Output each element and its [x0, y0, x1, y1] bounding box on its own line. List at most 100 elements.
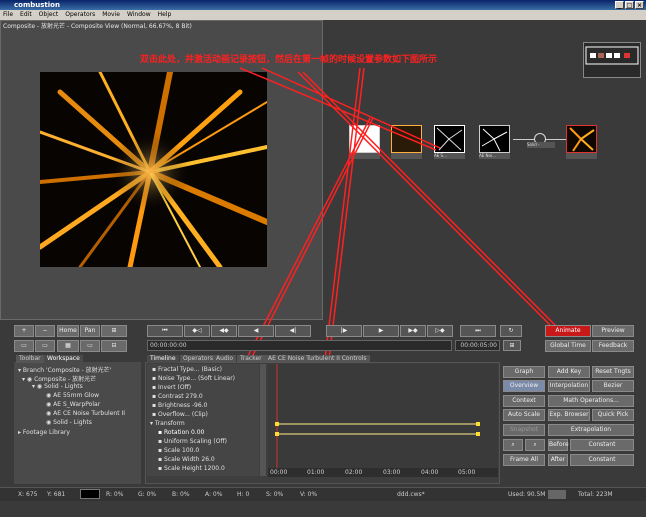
zoom-out-button[interactable]: − — [35, 325, 55, 337]
layout-button-1[interactable]: ▭ — [14, 340, 34, 352]
maximize-icon[interactable]: □ — [625, 1, 634, 9]
viewer-options-icon[interactable]: ⊞ — [101, 325, 127, 337]
tab-noise-controls[interactable]: AE CE Noise Turbulent II Controls — [265, 355, 370, 363]
parameter-scrollbar[interactable] — [260, 364, 266, 476]
menu-movie[interactable]: Movie — [102, 10, 120, 20]
schematic-node[interactable] — [349, 125, 380, 159]
param-rotation[interactable]: ▪ Rotation 0.00 — [158, 429, 204, 436]
loop-icon[interactable]: ↻ — [500, 325, 522, 337]
quick-pick-button[interactable]: Quick Pick — [592, 409, 634, 421]
next-frame-key-button[interactable]: ▶◆ — [400, 325, 426, 337]
expression-browser-button[interactable]: Exp. Browser — [548, 409, 590, 421]
node-label: Solid - — [527, 142, 555, 148]
menu-file[interactable]: File — [3, 10, 13, 20]
tab-timeline[interactable]: Timeline — [147, 355, 179, 363]
next-key-button[interactable]: ▷◆ — [427, 325, 453, 337]
param-noise-type[interactable]: ▪ Noise Type... (Soft Linear) — [152, 375, 235, 382]
node-thumbnail — [349, 125, 380, 153]
close-icon[interactable]: × — [635, 1, 644, 9]
schematic-node[interactable]: AE Noi... — [479, 125, 510, 159]
tab-audio[interactable]: Audio — [213, 355, 237, 363]
global-time-button[interactable]: Global Time — [545, 340, 591, 352]
auto-scale-toggle[interactable]: Auto Scale — [503, 409, 545, 421]
time-slider[interactable]: 00:00:00:00 — [147, 340, 452, 351]
layout-button-3[interactable]: ▭ — [80, 340, 100, 352]
snapshot-toggle[interactable]: Snapshot — [503, 424, 545, 436]
app-title: combustion — [14, 1, 60, 9]
menu-edit[interactable]: Edit — [20, 10, 32, 20]
param-scale-height[interactable]: ▪ Scale Height 1200.0 — [158, 465, 225, 472]
layout-options-icon[interactable]: ⊟ — [101, 340, 127, 352]
interpolation-button[interactable]: Interpolation — [548, 380, 590, 392]
context-toggle[interactable]: Context — [503, 395, 545, 407]
go-start-button[interactable]: ⏮ — [147, 325, 183, 337]
play-button[interactable]: ▶ — [363, 325, 399, 337]
layout-grid-button[interactable]: ▦ — [57, 340, 79, 352]
add-key-button[interactable]: Add Key — [548, 366, 590, 378]
frame-all-button[interactable]: Frame All — [503, 454, 545, 466]
status-s: S: 0% — [266, 491, 284, 498]
tree-solid-lights-2[interactable]: ◉ Solid - Lights — [46, 419, 92, 426]
pan-button[interactable]: Pan — [80, 325, 100, 337]
tree-branch[interactable]: ▾ Branch 'Composite - 放射光芒' — [18, 365, 111, 374]
go-end-button[interactable]: ⏭ — [460, 325, 496, 337]
tree-ae-warppolar[interactable]: ◉ AE S_WarpPolar — [46, 401, 100, 408]
schematic-node[interactable] — [566, 125, 597, 159]
param-overflow[interactable]: ▪ Overflow... (Clip) — [152, 411, 208, 418]
layout-button-2[interactable]: ▭ — [35, 340, 55, 352]
menu-operators[interactable]: Operators — [65, 10, 95, 20]
tree-solid-lights[interactable]: ▾ ◉ Solid - Lights — [32, 383, 83, 390]
schematic-node-selected[interactable]: AE S... — [434, 125, 465, 159]
timeline-graph[interactable] — [268, 364, 498, 476]
prev-key-button[interactable]: ◆◁ — [184, 325, 210, 337]
schematic-navigator[interactable] — [583, 42, 641, 78]
extrapolation-button[interactable]: Extrapolation — [548, 424, 634, 436]
animate-button[interactable]: Animate — [545, 325, 591, 337]
play-reverse-button[interactable]: ◀ — [238, 325, 274, 337]
schematic-node[interactable] — [391, 125, 422, 159]
composite-canvas[interactable] — [40, 72, 267, 267]
schematic-node-label-solid[interactable]: Solid - — [527, 142, 555, 148]
home-button[interactable]: Home — [57, 325, 79, 337]
feedback-button[interactable]: Feedback — [592, 340, 634, 352]
before-constant-dropdown[interactable]: Constant — [570, 439, 634, 451]
preview-button[interactable]: Preview — [592, 325, 634, 337]
tree-composite[interactable]: ▾ ◉ Composite - 放射光芒 — [22, 374, 96, 383]
step-forward-button[interactable]: |▶ — [326, 325, 362, 337]
param-contrast[interactable]: ▪ Contrast 279.0 — [152, 393, 203, 400]
tab-tracker[interactable]: Tracker — [237, 355, 265, 363]
param-uniform-scaling[interactable]: ▪ Uniform Scaling (Off) — [158, 438, 227, 445]
reset-tangents-button[interactable]: Reset Tngts — [592, 366, 634, 378]
menu-window[interactable]: Window — [127, 10, 151, 20]
tab-toolbar[interactable]: Toolbar — [16, 355, 44, 363]
tree-ae-noise-turbulent[interactable]: ◉ AE CE Noise Turbulent II — [46, 410, 125, 417]
after-constant-dropdown[interactable]: Constant — [570, 454, 634, 466]
step-back-button[interactable]: ◀| — [275, 325, 311, 337]
tree-ae-glow[interactable]: ◉ AE 55mm Glow — [46, 392, 99, 399]
memory-total: Total: 223M — [578, 491, 613, 498]
param-invert[interactable]: ▪ Invert (Off) — [152, 384, 191, 391]
graph-button[interactable]: Graph — [503, 366, 545, 378]
timecode-options-icon[interactable]: ⊞ — [503, 340, 521, 351]
prev-frame-key-button[interactable]: ◀◆ — [211, 325, 237, 337]
param-brightness[interactable]: ▪ Brightness -96.0 — [152, 402, 207, 409]
param-scale[interactable]: ▪ Scale 100.0 — [158, 447, 199, 454]
bezier-dropdown[interactable]: Bezier — [592, 380, 634, 392]
zoom-in-button[interactable]: + — [14, 325, 34, 337]
status-r: R: 0% — [106, 491, 124, 498]
tab-workspace[interactable]: Workspace — [44, 355, 83, 363]
menu-help[interactable]: Help — [158, 10, 172, 20]
menu-object[interactable]: Object — [39, 10, 59, 20]
minimize-icon[interactable]: _ — [615, 1, 624, 9]
param-scale-width[interactable]: ▪ Scale Width 26.0 — [158, 456, 215, 463]
math-operations-button[interactable]: Math Operations... — [548, 395, 634, 407]
timecode-end[interactable]: 00:00:05:00 — [455, 340, 500, 351]
pan-graph-icon[interactable]: ⌕ — [525, 439, 545, 451]
tree-footage-library[interactable]: ▸ Footage Library — [18, 429, 70, 436]
window-controls: _ □ × — [615, 1, 644, 9]
overview-button[interactable]: Overview — [503, 380, 545, 392]
param-fractal-type[interactable]: ▪ Fractal Type... (Basic) — [152, 366, 222, 373]
param-group-transform[interactable]: ▾ Transform — [150, 420, 185, 427]
tab-operators[interactable]: Operators — [180, 355, 216, 363]
zoom-graph-icon[interactable]: ⌕ — [503, 439, 523, 451]
